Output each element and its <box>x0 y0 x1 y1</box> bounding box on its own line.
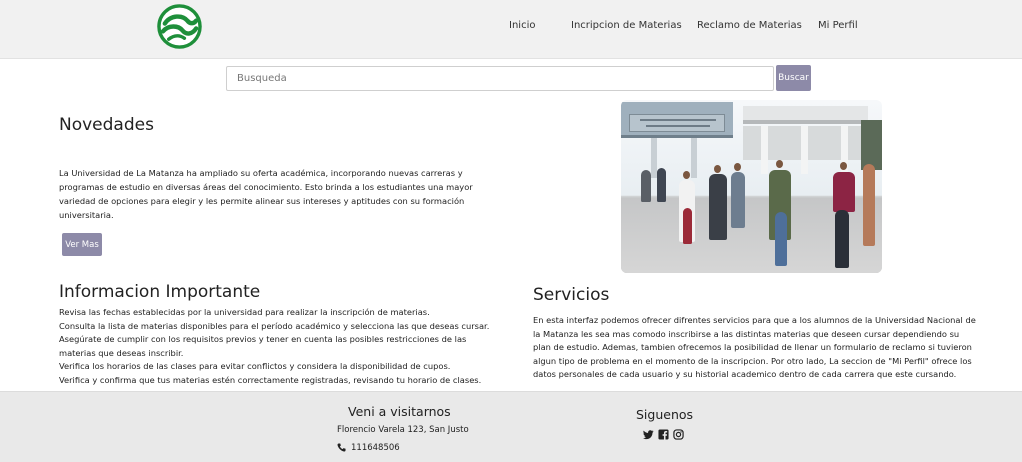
facebook-icon[interactable] <box>658 429 669 440</box>
footer-phone: 111648506 <box>351 443 400 453</box>
photo-column <box>761 126 768 174</box>
photo-tree <box>861 120 882 170</box>
photo-student <box>641 170 651 202</box>
navbar: Inicio Incripcion de Materias Reclamo de… <box>0 0 1022 59</box>
informacion-importante-heading: Informacion Importante <box>59 282 261 302</box>
photo-student <box>835 210 849 268</box>
footer-address: Florencio Varela 123, San Justo <box>337 425 469 435</box>
instagram-icon[interactable] <box>673 429 684 440</box>
page: Inicio Incripcion de Materias Reclamo de… <box>0 0 1022 462</box>
search-button[interactable]: Buscar <box>776 65 811 91</box>
footer-visit-heading: Veni a visitarnos <box>348 404 451 419</box>
campus-photo <box>621 100 882 273</box>
photo-student <box>683 208 692 244</box>
nav-link-mi-perfil[interactable]: Mi Perfil <box>818 20 858 31</box>
phone-icon <box>337 443 346 452</box>
photo-sign-lettering <box>640 119 716 127</box>
university-logo-icon[interactable] <box>157 4 202 49</box>
search-input[interactable] <box>226 66 774 91</box>
info-list-item: Revisa las fechas establecidas por la un… <box>59 307 430 317</box>
nav-link-inicio[interactable]: Inicio <box>509 20 535 31</box>
novedades-text: La Universidad de La Matanza ha ampliado… <box>59 168 473 220</box>
ver-mas-button[interactable]: Ver Mas <box>62 233 102 256</box>
photo-student <box>731 172 745 228</box>
photo-student <box>863 164 875 246</box>
novedades-heading: Novedades <box>59 115 154 135</box>
nav-link-reclamo-materias[interactable]: Reclamo de Materias <box>697 20 802 31</box>
photo-column <box>691 138 697 178</box>
info-list-item: Consulta la lista de materias disponible… <box>59 320 490 331</box>
photo-column <box>801 126 808 174</box>
servicios-text: En esta interfaz podemos ofrecer difrent… <box>533 315 976 379</box>
photo-student-head <box>734 163 741 171</box>
servicios-heading: Servicios <box>533 285 610 305</box>
photo-building-left <box>621 102 733 138</box>
info-list-item: Verifica los horarios de las clases para… <box>59 361 451 371</box>
photo-student-head <box>776 160 783 168</box>
informacion-importante-list: Revisa las fechas establecidas por la un… <box>59 306 499 387</box>
photo-student-head <box>840 162 847 170</box>
photo-student <box>657 168 666 202</box>
photo-student <box>709 174 727 240</box>
photo-student-head <box>714 165 721 173</box>
photo-student <box>833 172 855 212</box>
footer-follow-heading: Siguenos <box>636 407 694 422</box>
footer: Veni a visitarnos Florencio Varela 123, … <box>0 391 1022 462</box>
twitter-icon[interactable] <box>643 429 654 440</box>
info-list-item: Asegúrate de cumplir con los requisitos … <box>59 334 467 358</box>
photo-building-sign <box>629 114 725 132</box>
info-list-item: Verifica y confirma que tus materias est… <box>59 374 482 385</box>
nav-link-inscripcion-materias[interactable]: Incripcion de Materias <box>571 20 682 31</box>
photo-student <box>775 212 787 266</box>
photo-building-right-roof <box>743 106 868 124</box>
photo-student-head <box>683 171 690 179</box>
